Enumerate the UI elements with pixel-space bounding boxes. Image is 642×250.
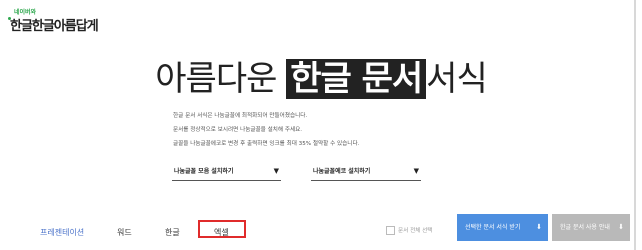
description-line: 한글 문서 서식은 나눔글꼴에 최적화되어 만들어졌습니다. [173, 113, 308, 119]
tab-word[interactable]: 워드 [117, 227, 132, 238]
select-label: 나눔글꼴에코 설치하기 [313, 168, 371, 175]
download-icon: ⬇ [618, 223, 624, 231]
title-part-before: 아름다운 [155, 59, 287, 99]
usage-guide-button[interactable]: 한글 문서 사용 안내 ⬇ [552, 214, 630, 241]
logo-main-text: 한글한글아름답게 [10, 19, 99, 34]
chevron-down-icon: ▼ [273, 167, 279, 175]
description-line: 글꼴을 나눔글꼴에코로 변경 후 출력하면 잉크를 최대 35% 절약할 수 있… [173, 141, 360, 147]
tab-presentation[interactable]: 프레젠테이션 [40, 227, 84, 238]
eco-font-install-select[interactable]: 나눔글꼴에코 설치하기 ▼ [311, 163, 421, 181]
description-line: 문서를 정상적으로 보시려면 나눔글꼴을 설치해 주세요. [173, 127, 303, 133]
title-part-after: 서식 [426, 59, 488, 99]
tab-hangul[interactable]: 한글 [165, 227, 180, 238]
select-all-label: 문서 전체 선택 [398, 228, 433, 234]
page-title: 아름다운 한글 문서 서식 [0, 56, 642, 102]
select-label: 나눔글꼴 모음 설치하기 [174, 168, 234, 175]
font-pack-install-select[interactable]: 나눔글꼴 모음 설치하기 ▼ [172, 163, 281, 181]
tab-excel-highlight [198, 220, 246, 238]
chevron-down-icon: ▼ [413, 167, 419, 175]
download-icon: ⬇ [536, 223, 542, 231]
title-highlight: 한글 문서 [286, 59, 427, 99]
logo[interactable]: 네이버와 한글한글아름답게 [8, 7, 99, 34]
download-selected-button[interactable]: 선택한 문서 서식 받기 ⬇ [457, 214, 548, 241]
window-edge [634, 0, 636, 250]
select-all-checkbox[interactable] [386, 226, 395, 235]
